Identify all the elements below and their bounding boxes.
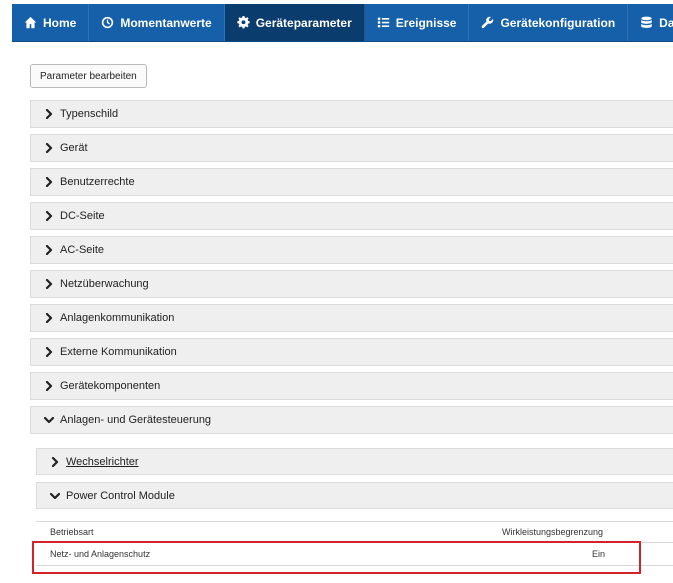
subgroup-label: Power Control Module: [66, 489, 175, 502]
wrench-icon: [482, 16, 494, 29]
clock-icon: [102, 16, 114, 29]
nav-home-label: Home: [43, 15, 77, 30]
group-ac-seite[interactable]: AC-Seite: [30, 236, 673, 264]
chevron-right-icon: [45, 245, 53, 255]
group-geraet[interactable]: Gerät: [30, 134, 673, 162]
parameter-value: Ein: [592, 549, 606, 559]
edit-parameters-button[interactable]: Parameter bearbeiten: [30, 64, 147, 88]
group-label: Anlagen- und Gerätesteuerung: [60, 414, 212, 426]
group-label: Typenschild: [60, 108, 119, 120]
group-label: DC-Seite: [60, 210, 105, 222]
chevron-right-icon: [45, 143, 53, 153]
subgroup-power-control-module[interactable]: Power Control Module: [36, 482, 673, 509]
nav-geraetekonfiguration[interactable]: Gerätekonfiguration: [469, 4, 629, 41]
nav-momentanwerte-label: Momentanwerte: [120, 15, 212, 30]
chevron-down-icon: [44, 416, 54, 424]
group-label: Gerät: [60, 142, 88, 154]
chevron-right-icon: [45, 279, 53, 289]
home-icon: [24, 16, 37, 29]
group-anlagenkommunikation[interactable]: Anlagenkommunikation: [30, 304, 673, 332]
group-anlagen-und-geraetesteuerung[interactable]: Anlagen- und Gerätesteuerung: [30, 406, 673, 434]
group-label: AC-Seite: [60, 244, 105, 256]
group-geraetekomponenten[interactable]: Gerätekomponenten: [30, 372, 673, 400]
chevron-right-icon: [45, 177, 53, 187]
list-icon: [377, 17, 389, 28]
nav-home[interactable]: Home: [12, 4, 90, 41]
group-label: Benutzerrechte: [60, 176, 135, 188]
chevron-right-icon: [45, 347, 53, 357]
parameter-row: Netz- und Anlagenschutz Ein: [36, 542, 673, 566]
nav-geraetekonfiguration-label: Gerätekonfiguration: [500, 15, 616, 30]
parameter-value: Wirkleistungsbegrenzung: [502, 527, 604, 537]
nav-daten-label: Daten: [659, 15, 673, 30]
group-label: Netzüberwachung: [60, 278, 149, 290]
chevron-right-icon: [51, 456, 59, 467]
nav-daten[interactable]: Daten: [628, 4, 673, 41]
nav-momentanwerte[interactable]: Momentanwerte: [89, 4, 225, 41]
chevron-right-icon: [45, 381, 53, 391]
group-label: Externe Kommunikation: [60, 346, 177, 358]
parameter-name: Netz- und Anlagenschutz: [50, 549, 151, 559]
chevron-right-icon: [45, 109, 53, 119]
gear-icon: [237, 16, 250, 29]
nav-ereignisse[interactable]: Ereignisse: [365, 4, 470, 41]
nav-geraeteparameter[interactable]: Geräteparameter: [224, 4, 365, 41]
group-typenschild[interactable]: Typenschild: [30, 100, 673, 128]
chevron-down-icon: [50, 492, 60, 499]
nav-ereignisse-label: Ereignisse: [395, 15, 457, 30]
group-netzueberwachung[interactable]: Netzüberwachung: [30, 270, 673, 298]
group-benutzerrechte[interactable]: Benutzerrechte: [30, 168, 673, 196]
main-navbar: Home Momentanwerte Geräteparameter Ereig…: [12, 4, 673, 42]
group-dc-seite[interactable]: DC-Seite: [30, 202, 673, 230]
parameter-name: Betriebsart: [50, 527, 94, 537]
database-icon: [641, 16, 652, 28]
subgroup-label: Wechselrichter: [66, 455, 139, 468]
nav-geraeteparameter-label: Geräteparameter: [255, 15, 352, 30]
group-label: Gerätekomponenten: [60, 380, 161, 392]
group-label: Anlagenkommunikation: [60, 312, 175, 324]
chevron-right-icon: [45, 211, 53, 221]
parameter-header-row: Betriebsart Wirkleistungsbegrenzung: [36, 521, 673, 542]
chevron-right-icon: [45, 313, 53, 323]
group-externe-kommunikation[interactable]: Externe Kommunikation: [30, 338, 673, 366]
subgroup-wechselrichter[interactable]: Wechselrichter: [36, 448, 673, 475]
